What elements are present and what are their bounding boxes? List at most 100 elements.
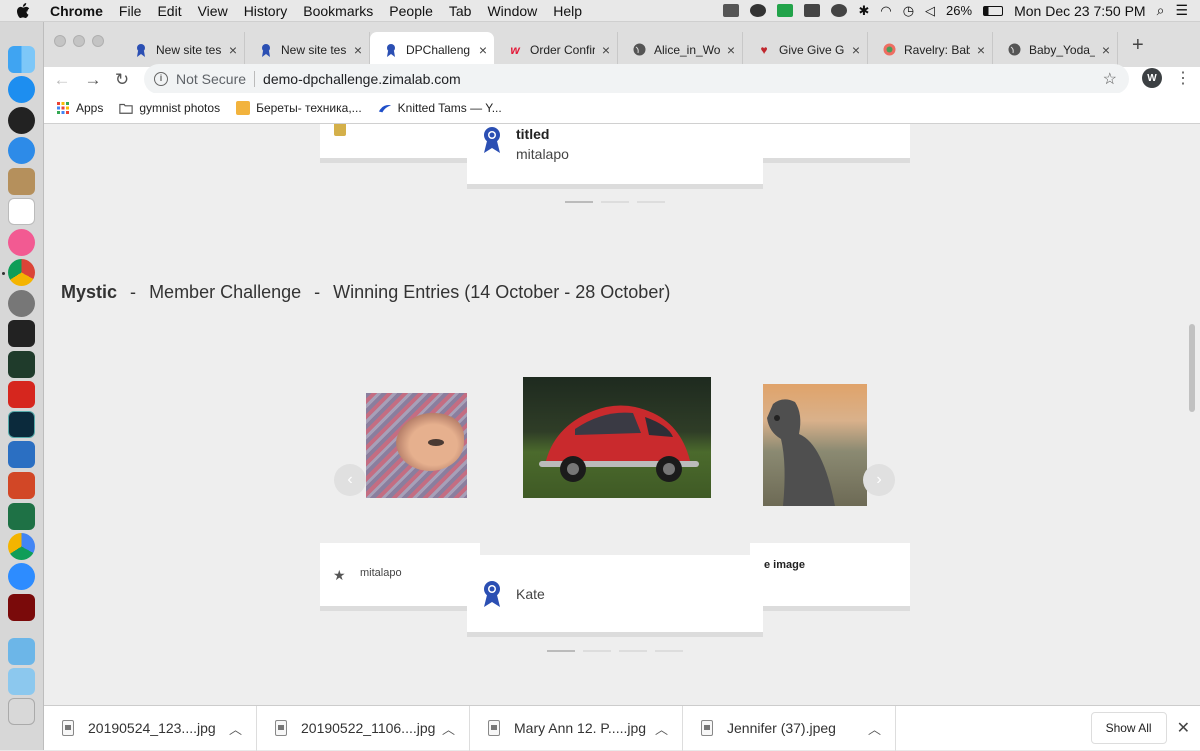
security-status[interactable]: Not Secure (176, 71, 246, 87)
download-item[interactable]: 20190524_123....jpg ︿ (44, 705, 257, 751)
menu-bookmarks[interactable]: Bookmarks (303, 3, 373, 19)
menu-view[interactable]: View (198, 3, 228, 19)
tab-7[interactable]: Ravelry: Bab × (868, 32, 993, 67)
red-beetle-car-photo[interactable] (523, 377, 711, 498)
tab-2[interactable]: New site tes × (245, 32, 370, 67)
menu-file[interactable]: File (119, 3, 142, 19)
chevron-up-icon[interactable]: ︿ (442, 719, 455, 738)
volume-icon[interactable]: ◁ (925, 3, 935, 19)
tab-close-icon[interactable]: × (347, 42, 369, 58)
reload-button[interactable]: ↻ (110, 68, 134, 92)
bookmark-star-icon[interactable]: ☆ (1103, 69, 1117, 89)
pagination-dot[interactable] (601, 201, 629, 203)
info-icon[interactable]: i (154, 72, 168, 86)
bookmark-apps[interactable]: Apps (56, 101, 103, 115)
new-tab-button[interactable]: + (1132, 34, 1144, 57)
word-icon[interactable] (8, 441, 35, 468)
face-photo[interactable] (366, 393, 467, 498)
tab-4[interactable]: w Order Confir × (494, 32, 618, 67)
lightroom-icon[interactable] (8, 411, 35, 438)
tab-8[interactable]: Baby_Yoda_I × (993, 32, 1118, 67)
pagination-dot[interactable] (655, 650, 683, 652)
tab-6[interactable]: ♥ Give Give Gi × (743, 32, 868, 67)
forward-button[interactable]: → (81, 68, 105, 92)
eye-icon[interactable] (831, 4, 848, 17)
carousel-card-right[interactable] (750, 124, 910, 158)
chevron-up-icon[interactable]: ︿ (655, 719, 668, 738)
window-minimize-button[interactable] (73, 35, 85, 47)
carousel-prev-button[interactable]: ‹ (334, 464, 366, 496)
creative-cloud-icon[interactable] (750, 4, 767, 17)
chrome-menu-icon[interactable]: ⋮ (1175, 68, 1191, 88)
powerpoint-icon[interactable] (8, 472, 35, 499)
pagination-dot[interactable] (637, 201, 665, 203)
tab-close-icon[interactable]: × (845, 42, 867, 58)
window-close-button[interactable] (54, 35, 66, 47)
menu-history[interactable]: History (244, 3, 288, 19)
notification-center-icon[interactable]: ☰ (1175, 2, 1188, 19)
time-machine-icon[interactable]: ◷ (903, 3, 914, 19)
back-button[interactable]: ← (50, 68, 74, 92)
calendar-icon[interactable] (8, 198, 35, 225)
tab-close-icon[interactable]: × (1095, 42, 1117, 58)
tab-close-icon[interactable]: × (472, 42, 494, 58)
card-user[interactable]: Kate (516, 586, 545, 602)
profile-avatar[interactable]: W (1142, 68, 1162, 88)
card-title[interactable]: titled (516, 126, 549, 142)
trash-icon[interactable] (8, 698, 35, 725)
acrobat-icon[interactable] (8, 381, 35, 408)
entry-card-center[interactable]: Kate (467, 555, 763, 632)
tab-5[interactable]: Alice_in_Wo × (618, 32, 743, 67)
safari-icon[interactable] (8, 137, 35, 164)
bookmark-knitted-tams[interactable]: Knitted Tams — Y... (378, 101, 502, 115)
spotlight-search-icon[interactable]: ⌕ (1157, 2, 1165, 19)
dropbox-icon[interactable] (804, 4, 821, 17)
tab-close-icon[interactable]: × (970, 42, 992, 58)
downloads-stack-icon[interactable] (8, 668, 35, 695)
google-drive-icon[interactable] (8, 533, 35, 560)
chrome-icon[interactable] (8, 259, 35, 286)
page-scrollbar[interactable] (1189, 324, 1195, 412)
show-all-button[interactable]: Show All (1090, 712, 1167, 744)
carousel-next-button[interactable]: › (863, 464, 895, 496)
menu-edit[interactable]: Edit (157, 3, 181, 19)
chevron-up-icon[interactable]: ︿ (868, 719, 881, 738)
flash-icon[interactable] (8, 594, 35, 621)
close-icon[interactable]: ✕ (1177, 718, 1190, 738)
apple-icon[interactable] (16, 2, 32, 19)
window-zoom-button[interactable] (92, 35, 104, 47)
card-user[interactable]: mitalapo (516, 146, 569, 162)
contacts-icon[interactable] (8, 168, 35, 195)
entry-card-right[interactable]: e image (750, 543, 910, 606)
challenge-name[interactable]: Mystic (61, 282, 117, 302)
menu-app-name[interactable]: Chrome (50, 3, 103, 19)
excel-icon[interactable] (8, 503, 35, 530)
card-user[interactable]: mitalapo (360, 567, 402, 579)
activity-monitor-icon[interactable] (8, 351, 35, 378)
terminal-icon[interactable] (8, 320, 35, 347)
tab-active[interactable]: DPChalleng × (370, 32, 494, 67)
download-item[interactable]: 20190522_1106....jpg ︿ (257, 705, 470, 751)
menu-people[interactable]: People (389, 3, 433, 19)
tab-close-icon[interactable]: × (720, 42, 742, 58)
carousel-card-left[interactable]: piepoiina (320, 124, 480, 158)
pagination-dot[interactable] (619, 650, 647, 652)
itunes-icon[interactable] (8, 229, 35, 256)
tab-1[interactable]: New site tes × (120, 32, 245, 67)
dashboard-icon[interactable] (8, 107, 35, 134)
chevron-up-icon[interactable]: ︿ (229, 719, 242, 738)
folder-stack-icon[interactable] (8, 638, 35, 665)
app-store-icon[interactable] (8, 76, 35, 103)
tab-close-icon[interactable]: × (222, 42, 244, 58)
zoom-icon[interactable] (8, 563, 35, 590)
menu-window[interactable]: Window (487, 3, 537, 19)
download-item[interactable]: Jennifer (37).jpeg ︿ (683, 705, 896, 751)
menu-help[interactable]: Help (553, 3, 582, 19)
bookmark-gymnist-photos[interactable]: gymnist photos (119, 101, 220, 115)
battery-icon[interactable] (983, 5, 1004, 16)
grammarly-icon[interactable] (777, 4, 794, 17)
carousel-card-center[interactable]: titled mitalapo (467, 124, 763, 184)
clock[interactable]: Mon Dec 23 7:50 PM (1014, 3, 1146, 19)
entry-card-left[interactable]: ★ mitalapo (320, 543, 480, 606)
stack-icon[interactable] (723, 4, 740, 17)
